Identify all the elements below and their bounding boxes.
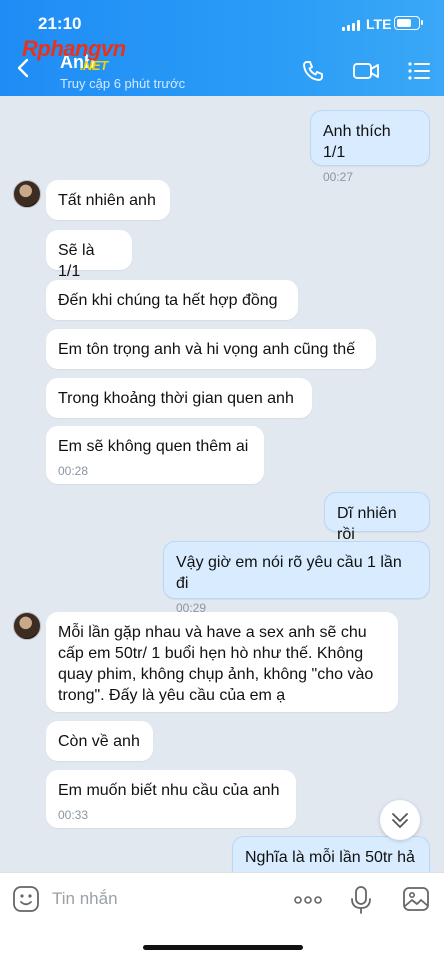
message-bubble-incoming[interactable]: Sẽ là 1/1	[46, 230, 132, 280]
message-time: 00:33	[58, 808, 89, 822]
microphone-icon[interactable]	[350, 885, 372, 915]
message-bubble-outgoing[interactable]: Nghĩa là mỗi lần 50tr hả	[232, 836, 430, 872]
message-text: Mỗi lần gặp nhau và have a sex anh sẽ ch…	[58, 624, 374, 704]
message-bubble-outgoing[interactable]: Anh thích 1/1 00:27	[310, 110, 430, 184]
double-chevron-down-icon	[392, 813, 408, 828]
last-seen-status: Truy cập 6 phút trước	[60, 76, 186, 91]
message-bubble-incoming[interactable]: Trong khoảng thời gian quen anh	[46, 378, 312, 418]
message-bubble-incoming[interactable]: Em tôn trọng anh và hi vọng anh cũng thế	[46, 329, 376, 369]
message-text: Còn về anh	[58, 733, 140, 750]
message-time: 00:27	[323, 170, 354, 184]
watermark-logo: Rphangvn .NET	[22, 36, 126, 73]
network-type: LTE	[366, 16, 392, 32]
message-bubble-incoming[interactable]: Còn về anh	[46, 721, 153, 761]
message-input[interactable]: Tin nhắn	[52, 889, 118, 909]
message-text: Em sẽ không quen thêm ai	[58, 438, 249, 455]
message-bubble-outgoing[interactable]: Vậy giờ em nói rõ yêu cầu 1 lần đi 00:29	[163, 541, 430, 615]
message-list[interactable]: Anh thích 1/1 00:27 Tất nhiên anh Sẽ là …	[0, 96, 444, 872]
phone-icon[interactable]	[300, 58, 326, 84]
signal-icon	[342, 20, 362, 31]
status-time: 21:10	[38, 14, 82, 33]
emoji-icon[interactable]	[12, 885, 40, 913]
home-indicator	[143, 945, 303, 950]
more-options-icon[interactable]	[293, 893, 323, 905]
message-text: Trong khoảng thời gian quen anh	[58, 390, 294, 407]
avatar[interactable]	[13, 180, 41, 208]
message-time: 00:28	[58, 464, 89, 478]
image-icon[interactable]	[402, 885, 430, 913]
chat-header: 21:10 LTE Anh Truy cập 6 phút trước Rpha…	[0, 0, 444, 96]
message-text: Vậy giờ em nói rõ yêu cầu 1 lần đi	[176, 554, 402, 592]
avatar[interactable]	[13, 612, 41, 640]
message-text: Nghĩa là mỗi lần 50tr hả	[245, 849, 415, 866]
watermark-text: Rphangvn	[22, 36, 126, 61]
battery-icon	[394, 16, 423, 30]
message-bubble-incoming[interactable]: Tất nhiên anh	[46, 180, 170, 220]
message-text: Dĩ nhiên rồi	[337, 505, 397, 543]
message-bubble-incoming[interactable]: Em sẽ không quen thêm ai 00:28	[46, 426, 264, 484]
message-text: Đến khi chúng ta hết hợp đồng	[58, 292, 278, 309]
message-bubble-incoming[interactable]: Em muốn biết nhu cầu của anh 00:33	[46, 770, 296, 828]
message-bubble-incoming[interactable]: Mỗi lần gặp nhau và have a sex anh sẽ ch…	[46, 612, 398, 712]
message-bubble-incoming[interactable]: Đến khi chúng ta hết hợp đồng	[46, 280, 298, 320]
video-call-icon[interactable]	[352, 58, 379, 84]
watermark-suffix: .NET	[80, 58, 108, 73]
message-text: Sẽ là 1/1	[58, 242, 95, 280]
menu-list-icon[interactable]	[406, 58, 432, 84]
message-bubble-outgoing[interactable]: Dĩ nhiên rồi	[324, 492, 430, 543]
message-text: Tất nhiên anh	[58, 192, 156, 209]
message-text: Em muốn biết nhu cầu của anh	[58, 782, 280, 799]
message-text: Anh thích 1/1	[323, 123, 391, 161]
scroll-to-bottom-button[interactable]	[380, 800, 420, 840]
message-text: Em tôn trọng anh và hi vọng anh cũng thế	[58, 341, 356, 358]
